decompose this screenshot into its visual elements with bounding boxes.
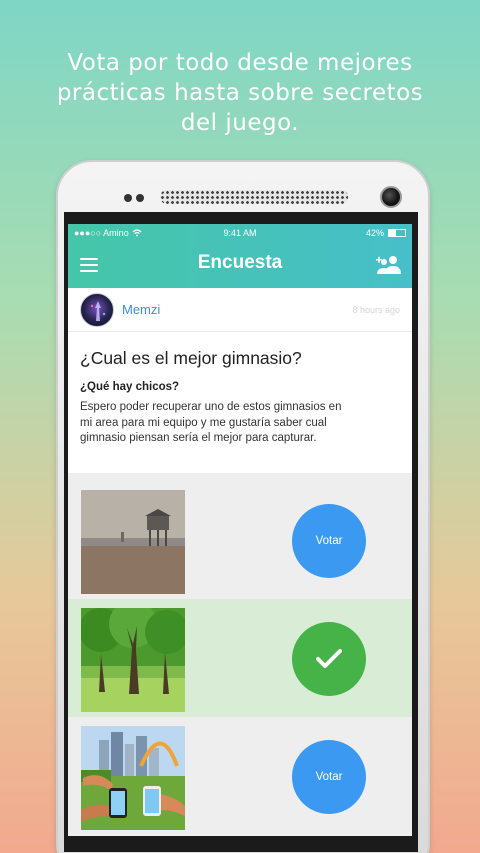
vote-button[interactable]: Votar [292, 503, 366, 578]
post-timestamp: 8 hours ago [352, 304, 400, 315]
battery-fill [389, 230, 396, 236]
author-name-link[interactable]: Memzi [122, 302, 160, 317]
promo-line-2: prácticas hasta sobre secretos [56, 80, 424, 106]
people-icon[interactable] [376, 254, 402, 276]
battery-icon [388, 229, 406, 237]
front-camera-icon [380, 186, 402, 208]
poll-description-line: gimnasio piensan sería el mejor para cap… [80, 432, 317, 444]
option-image-city-park[interactable] [81, 725, 185, 830]
poll-question: ¿Cual es el mejor gimnasio? [80, 348, 302, 368]
voted-button[interactable] [292, 621, 366, 696]
phone-top-panel [68, 170, 418, 210]
poll-description: Espero poder recuperar uno de estos gimn… [80, 400, 400, 473]
speaker-grille [160, 190, 348, 204]
poll-description-line: mi area para mi equipo y me gustaría sab… [80, 416, 327, 429]
status-bar: ●●●○○ Amino 9:41 AM 42% [68, 224, 412, 242]
app-screen: ●●●○○ Amino 9:41 AM 42% Encuesta Memzi 8… [68, 224, 412, 836]
divider [68, 472, 412, 481]
avatar[interactable] [80, 292, 114, 327]
poll-option-1: Votar [68, 480, 412, 599]
poll-subtitle: ¿Qué hay chicos? [80, 381, 180, 393]
poll-post: Memzi 8 hours ago ¿Cual es el mejor gimn… [68, 288, 412, 473]
promo-line-1: Vota por todo desde mejores [67, 50, 413, 76]
avatar-figure-icon [90, 300, 106, 321]
sensor-dot-icon [136, 194, 144, 202]
sensor-dot-icon [124, 194, 132, 202]
promo-headline: Vota por todo desde mejores prácticas ha… [0, 48, 480, 138]
vote-button[interactable]: Votar [292, 739, 366, 814]
author-row: Memzi 8 hours ago [68, 288, 412, 332]
clock: 9:41 AM [223, 228, 257, 238]
poll-option-2 [68, 598, 412, 717]
checkmark-icon [316, 648, 342, 668]
option-image-park[interactable] [81, 607, 185, 712]
option-image-beach[interactable] [81, 489, 185, 594]
app-bar: ●●●○○ Amino 9:41 AM 42% Encuesta [68, 224, 412, 288]
poll-option-3: Votar [68, 716, 412, 835]
page-title: Encuesta [197, 252, 283, 273]
poll-description-line: Espero poder recuperar uno de estos gimn… [80, 401, 342, 413]
promo-line-3: del juego. [180, 110, 300, 136]
